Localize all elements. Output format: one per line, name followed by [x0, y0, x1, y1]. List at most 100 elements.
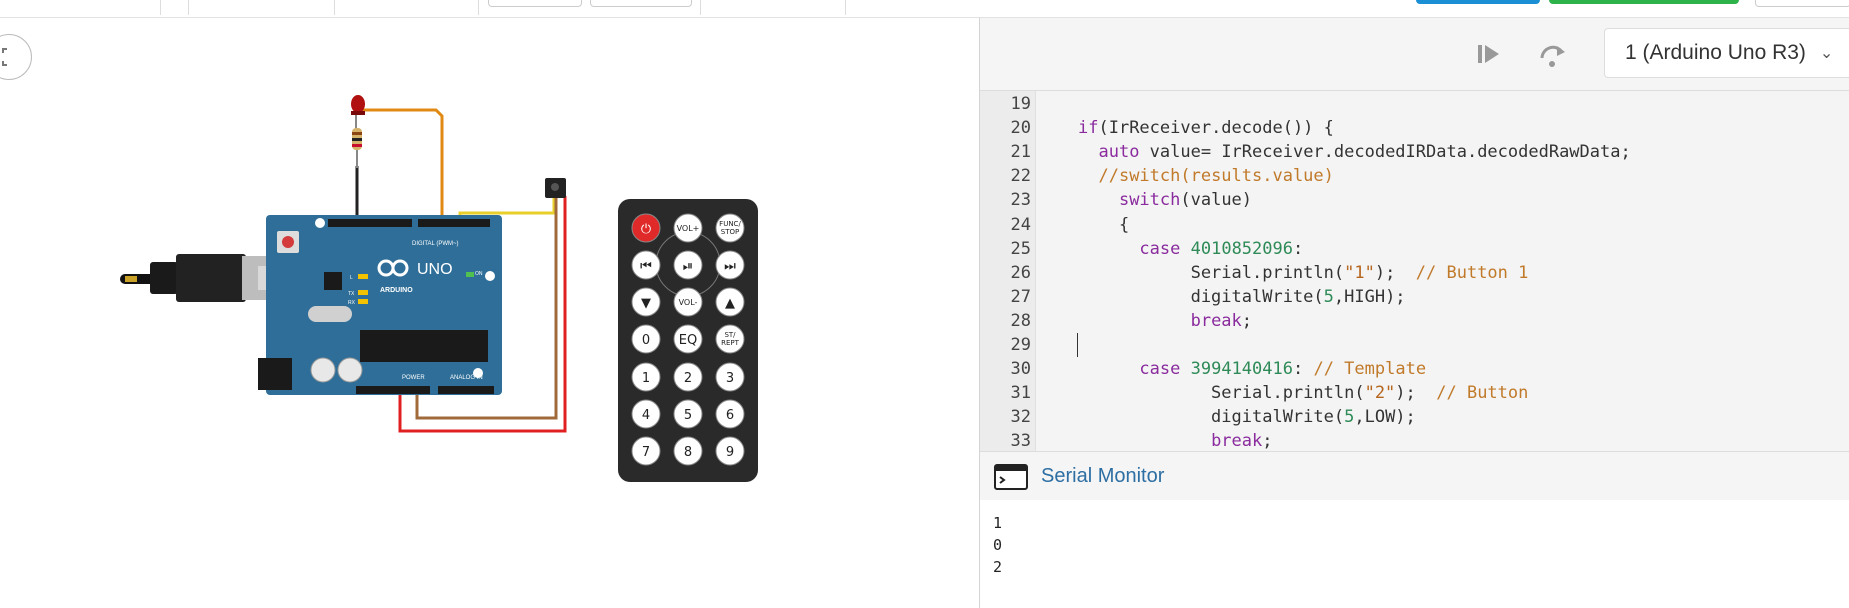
step-into-icon — [1540, 45, 1565, 67]
code-token: if — [1078, 118, 1099, 139]
led-red[interactable] — [351, 95, 365, 128]
code-token: ); — [1395, 383, 1437, 404]
resistor[interactable] — [352, 128, 362, 168]
code-line[interactable]: 27 digitalWrite(5,HIGH); — [980, 285, 1849, 309]
start-simulation-button[interactable] — [1549, 0, 1739, 4]
remote-button-eq[interactable]: EQ — [673, 324, 703, 354]
code-text: digitalWrite(5,LOW); — [1078, 405, 1416, 429]
remote-button-vol-down[interactable]: VOL- — [673, 287, 703, 317]
code-token: //switch(results.value) — [1098, 166, 1334, 187]
ir-receiver[interactable] — [545, 178, 566, 198]
code-line[interactable]: 23 switch(value) — [980, 188, 1849, 212]
arduino-uno-board[interactable]: ARDUINO UNO DIGITAL (PWM~) POWER ANALOG … — [258, 215, 502, 395]
board-rx-label: RX — [348, 300, 356, 306]
serial-output-line: 2 — [993, 558, 1003, 576]
remote-button-digit-6[interactable]: 6 — [715, 399, 745, 429]
code-token: // Template — [1313, 359, 1427, 380]
remote-button-digit-7[interactable]: 7 — [631, 436, 661, 466]
board-analog-label: ANALOG IN — [450, 375, 483, 381]
remote-button-digit-5[interactable]: 5 — [673, 399, 703, 429]
code-line[interactable]: 32 digitalWrite(5,LOW); — [980, 405, 1849, 429]
device-select[interactable]: 1 (Arduino Uno R3) ⌄ — [1604, 28, 1849, 78]
code-text: break; — [1078, 309, 1252, 333]
code-token: { — [1078, 214, 1130, 235]
remote-button-power[interactable]: ⏻ — [631, 213, 661, 243]
code-token: Serial.println( — [1078, 262, 1345, 283]
code-token: break — [1190, 310, 1242, 331]
code-button[interactable] — [1416, 0, 1540, 4]
line-number: 20 — [1010, 118, 1031, 139]
remote-button-down[interactable]: ▼ — [631, 287, 661, 317]
code-line[interactable]: 29 — [980, 333, 1849, 357]
code-text: { — [1078, 213, 1129, 237]
remote-button-up[interactable]: ▲ — [715, 287, 745, 317]
remote-button-label: ▲ — [725, 296, 735, 311]
top-toolbar — [0, 0, 1849, 18]
remote-button-digit-2[interactable]: 2 — [673, 362, 703, 392]
remote-button-label: VOL- — [679, 298, 698, 307]
toolbar-dropdown[interactable] — [488, 0, 582, 7]
line-number: 26 — [1010, 262, 1031, 283]
remote-button-digit-1[interactable]: 1 — [631, 362, 661, 392]
ir-remote[interactable]: ⏻ VOL+ FUNC/STOP ⏮ ⏯ ⏭ ▼ VOL- ▲ 0 EQ ST/REPT 1 2 3 4 5 6 7… — [618, 199, 758, 482]
remote-button-digit-3[interactable]: 3 — [715, 362, 745, 392]
code-token: ,LOW); — [1354, 407, 1416, 428]
code-token: (IrReceiver.decode()) { — [1098, 118, 1334, 139]
code-line[interactable]: 24 { — [980, 213, 1849, 237]
remote-button-digit-0[interactable]: 0 — [631, 324, 661, 354]
code-token: digitalWrite( — [1078, 407, 1345, 428]
line-number: 32 — [1010, 407, 1031, 428]
remote-button-vol-up[interactable]: VOL+ — [673, 213, 703, 243]
code-token: switch — [1118, 190, 1181, 211]
remote-button-label: 1 — [642, 371, 650, 386]
device-select-value: 1 (Arduino Uno R3) — [1625, 41, 1806, 64]
code-line[interactable]: 25 case 4010852096: — [980, 237, 1849, 261]
code-token: digitalWrite( — [1078, 286, 1324, 307]
remote-button-label: 6 — [726, 408, 734, 423]
line-number: 29 — [1010, 335, 1031, 355]
step-button[interactable] — [1470, 36, 1506, 72]
code-editor[interactable]: 19 20 if(IrReceiver.decode()) {21 auto val… — [980, 91, 1849, 451]
remote-button-label: REPT — [721, 339, 740, 347]
line-number: 28 — [1010, 310, 1031, 331]
code-token: case — [1139, 238, 1181, 259]
code-line[interactable]: 19 — [980, 92, 1849, 116]
code-line[interactable]: 31 Serial.println("2"); // Button — [980, 381, 1849, 405]
toolbar-divider — [700, 0, 701, 15]
serial-monitor-header[interactable]: Serial Monitor — [980, 451, 1849, 501]
board-power-label: POWER — [402, 375, 425, 381]
remote-button-st-rept[interactable]: ST/REPT — [715, 324, 745, 354]
code-line[interactable]: 20 if(IrReceiver.decode()) { — [980, 116, 1849, 140]
remote-button-digit-8[interactable]: 8 — [673, 436, 703, 466]
remote-button-label: STOP — [721, 228, 739, 236]
redo-button[interactable] — [1535, 36, 1571, 72]
remote-button-digit-4[interactable]: 4 — [631, 399, 661, 429]
circuit-canvas[interactable]: ARDUINO UNO DIGITAL (PWM~) POWER ANALOG … — [0, 18, 978, 608]
remote-button-rewind[interactable]: ⏮ — [631, 250, 661, 280]
remote-button-label: ST/ — [724, 331, 736, 339]
remote-button-func-stop[interactable]: FUNC/STOP — [715, 213, 745, 243]
code-token: 5 — [1344, 407, 1355, 428]
code-line[interactable]: 33 break; — [980, 429, 1849, 451]
code-line[interactable]: 21 auto value= IrReceiver.decodedIRData.… — [980, 140, 1849, 164]
remote-button-label: ⏮ — [640, 259, 652, 274]
export-button[interactable] — [1755, 0, 1849, 7]
code-line[interactable]: 30 case 3994140416: // Template — [980, 357, 1849, 381]
code-text: case 4010852096: — [1078, 237, 1303, 261]
code-token: // Button — [1436, 383, 1529, 404]
remote-button-fast-forward[interactable]: ⏭ — [715, 250, 745, 280]
step-over-icon — [1478, 45, 1499, 63]
code-line[interactable]: 26 Serial.println("1"); // Button 1 — [980, 261, 1849, 285]
remote-button-digit-9[interactable]: 9 — [715, 436, 745, 466]
code-line[interactable]: 28 break; — [980, 309, 1849, 333]
code-line[interactable]: 22 //switch(results.value) — [980, 164, 1849, 188]
code-token: 3994140416 — [1190, 359, 1293, 380]
remote-button-label: 9 — [726, 445, 734, 460]
remote-button-play-pause[interactable]: ⏯ — [673, 250, 703, 280]
toolbar-dropdown[interactable] — [590, 0, 692, 7]
board-digital-label: DIGITAL (PWM~) — [412, 241, 459, 247]
code-token: (value) — [1180, 190, 1253, 211]
